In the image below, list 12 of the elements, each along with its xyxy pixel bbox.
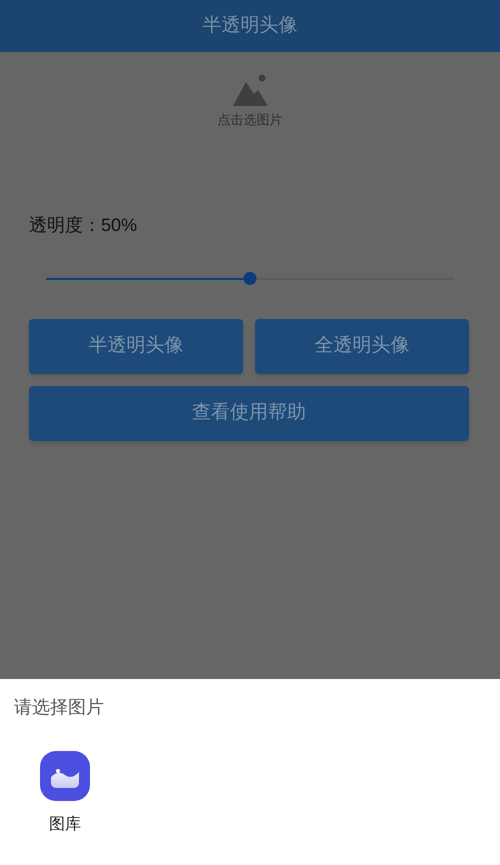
image-icon[interactable] — [231, 74, 269, 108]
opacity-slider[interactable] — [46, 272, 454, 286]
action-button[interactable]: 半透明头像 — [29, 318, 243, 374]
action-button[interactable]: 查看使用帮助 — [29, 386, 469, 440]
action-button[interactable]: 全透明头像 — [255, 318, 469, 374]
app-title: 半透明头像 — [202, 14, 298, 38]
gallery-app-icon[interactable] — [40, 751, 90, 801]
pick-image-link[interactable]: 点击选图片 — [218, 110, 282, 130]
sheet-title: 请选择图片 — [14, 696, 104, 719]
slider-thumb[interactable] — [244, 272, 256, 285]
opacity-label: 透明度：50% — [29, 214, 138, 236]
app-label: 图库 — [49, 814, 81, 835]
